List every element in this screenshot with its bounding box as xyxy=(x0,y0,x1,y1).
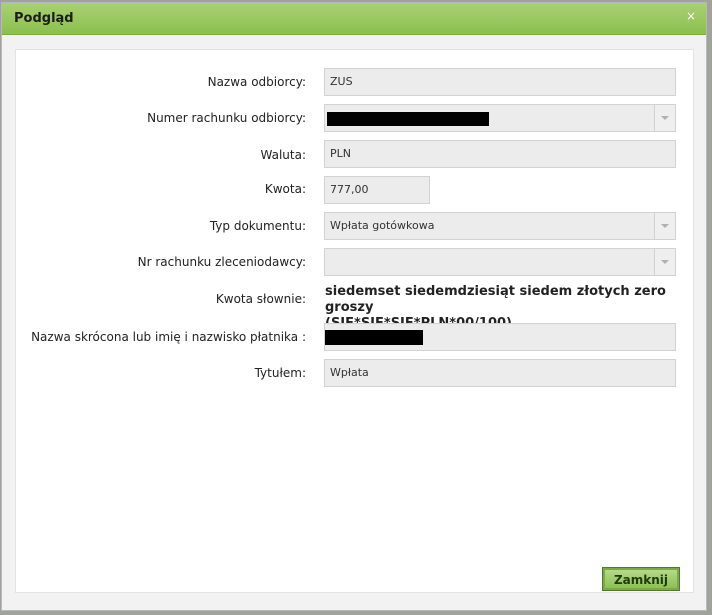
orderer-account-label: Nr rachunku zleceniodawcy: xyxy=(137,255,306,269)
redacted-payer-name xyxy=(325,330,423,345)
recipient-account-label: Numer rachunku odbiorcy: xyxy=(147,111,306,125)
orderer-account-select[interactable] xyxy=(324,248,676,276)
recipient-name-field[interactable]: ZUS xyxy=(324,68,676,96)
payer-name-field[interactable] xyxy=(324,323,676,351)
close-button[interactable]: Zamknij xyxy=(603,568,679,590)
document-type-label: Typ dokumentu: xyxy=(209,219,306,233)
document-type-value: Wpłata gotówkowa xyxy=(330,219,435,232)
amount-field[interactable]: 777,00 xyxy=(324,176,430,204)
redacted-account-number xyxy=(327,112,489,126)
payer-name-label: Nazwa skrócona lub imię i nazwisko płatn… xyxy=(31,330,306,344)
document-type-select[interactable]: Wpłata gotówkowa xyxy=(324,212,676,240)
recipient-name-label: Nazwa odbiorcy: xyxy=(207,75,306,89)
currency-label: Waluta: xyxy=(260,148,307,162)
currency-field[interactable]: PLN xyxy=(324,140,676,168)
chevron-down-icon[interactable] xyxy=(654,105,675,131)
title-field[interactable]: Wpłata xyxy=(324,359,676,387)
form-panel: Nazwa odbiorcy: ZUS Numer rachunku odbio… xyxy=(15,49,694,593)
recipient-account-select[interactable] xyxy=(324,104,676,132)
chevron-down-icon[interactable] xyxy=(654,249,675,275)
title-field-label: Tytułem: xyxy=(254,366,306,380)
preview-dialog: Podgląd × Nazwa odbiorcy: ZUS Numer rach… xyxy=(1,2,707,611)
dialog-title: Podgląd xyxy=(14,11,74,26)
chevron-down-icon[interactable] xyxy=(654,213,675,239)
close-icon[interactable]: × xyxy=(686,9,696,23)
amount-label: Kwota: xyxy=(264,182,306,196)
dialog-titlebar: Podgląd × xyxy=(2,3,706,35)
amount-words-label: Kwota słownie: xyxy=(215,292,306,306)
amount-words-line1: siedemset siedemdziesiąt siedem złotych … xyxy=(325,284,666,315)
